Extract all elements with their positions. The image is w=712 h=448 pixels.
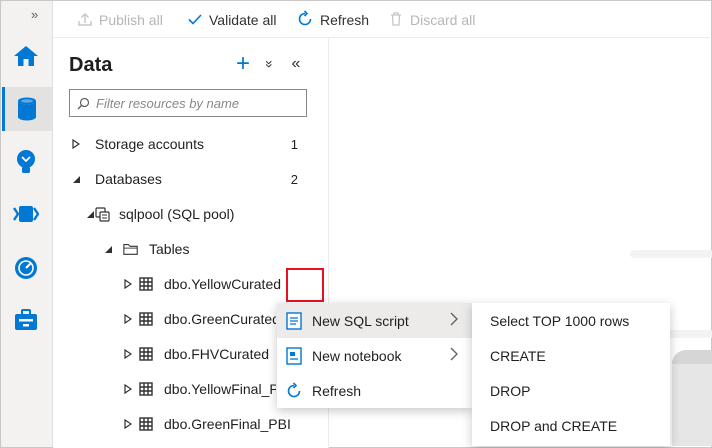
table-icon	[138, 346, 154, 362]
search-box[interactable]	[69, 89, 307, 117]
publish-icon	[77, 11, 93, 30]
sql-script-submenu: Select TOP 1000 rows CREATE DROP DROP an…	[472, 303, 670, 446]
background-graphic	[672, 350, 712, 446]
refresh-button[interactable]: Refresh	[296, 9, 370, 31]
table-icon	[138, 276, 154, 292]
activity-bar: »	[1, 1, 53, 447]
menu-item-label: New notebook	[312, 347, 402, 364]
folder-icon	[123, 241, 139, 257]
caret-right-icon[interactable]	[123, 314, 133, 324]
tree-item-tables[interactable]: Tables	[53, 235, 328, 263]
tree-item-storage-accounts[interactable]: Storage accounts 1	[53, 130, 328, 158]
caret-right-icon[interactable]	[123, 384, 133, 394]
submenu-item-select-top-1000[interactable]: Select TOP 1000 rows	[472, 303, 670, 338]
menu-item-refresh[interactable]: Refresh	[277, 373, 472, 408]
chevron-right-icon	[450, 312, 458, 329]
table-icon	[138, 381, 154, 397]
storage-accounts-count: 1	[290, 136, 298, 152]
caret-down-icon[interactable]	[103, 244, 113, 254]
menu-item-new-notebook[interactable]: New notebook	[277, 338, 472, 373]
refresh-icon	[285, 381, 303, 400]
notebook-icon	[285, 346, 303, 365]
table-icon	[138, 416, 154, 432]
refresh-label: Refresh	[320, 12, 370, 28]
expand-rail-button[interactable]: »	[31, 7, 38, 22]
toolbar: Publish all Validate all Refresh Discard…	[53, 1, 710, 38]
validate-all-label: Validate all	[209, 12, 277, 28]
checkmark-icon	[187, 11, 203, 30]
double-chevron-down-icon: »	[262, 60, 278, 68]
table-icon	[138, 311, 154, 327]
sqlpool-label: sqlpool (SQL pool)	[119, 206, 235, 222]
discard-all-label: Discard all	[410, 12, 476, 28]
submenu-item-label: Select TOP 1000 rows	[490, 312, 630, 329]
background-graphic	[630, 250, 712, 258]
discard-all-button[interactable]: Discard all	[388, 10, 475, 30]
add-resource-button[interactable]: +	[233, 50, 253, 77]
caret-right-icon[interactable]	[123, 349, 133, 359]
plus-icon: +	[235, 50, 250, 77]
table-name: dbo.GreenCurated	[164, 311, 276, 327]
caret-right-icon[interactable]	[123, 419, 133, 429]
trash-icon	[388, 11, 404, 30]
storage-accounts-label: Storage accounts	[95, 136, 204, 152]
validate-all-button[interactable]: Validate all	[187, 10, 276, 30]
menu-item-label: New SQL script	[312, 312, 409, 329]
submenu-item-label: DROP	[490, 382, 531, 399]
search-icon	[77, 97, 90, 110]
refresh-icon	[296, 9, 314, 31]
table-name: dbo.YellowCurated	[164, 276, 282, 292]
caret-right-icon[interactable]	[71, 139, 81, 149]
table-row[interactable]: dbo.GreenFinal_PBI	[53, 410, 328, 438]
hide-panel-button[interactable]: «	[287, 52, 305, 76]
caret-down-icon[interactable]	[71, 174, 81, 184]
tree-item-sqlpool[interactable]: sqlpool (SQL pool)	[53, 200, 328, 228]
table-name: dbo.GreenFinal_PBI	[164, 416, 291, 432]
develop-icon[interactable]	[11, 147, 41, 177]
submenu-item-drop-and-create[interactable]: DROP and CREATE	[472, 408, 670, 443]
submenu-item-drop[interactable]: DROP	[472, 373, 670, 408]
home-icon[interactable]	[11, 41, 41, 71]
table-name: dbo.YellowFinal_PBI	[164, 381, 276, 397]
database-icon[interactable]	[2, 87, 52, 131]
integrate-icon[interactable]	[11, 199, 41, 229]
submenu-item-create[interactable]: CREATE	[472, 338, 670, 373]
tables-label: Tables	[149, 241, 190, 257]
manage-icon[interactable]	[11, 305, 41, 335]
caret-right-icon[interactable]	[123, 279, 133, 289]
publish-all-label: Publish all	[99, 12, 163, 28]
sql-script-icon	[285, 311, 303, 330]
more-actions-highlight[interactable]	[286, 268, 324, 302]
databases-label: Databases	[95, 171, 162, 187]
monitor-icon[interactable]	[11, 253, 41, 283]
context-menu: New SQL script New notebook Refresh	[277, 303, 472, 408]
search-input[interactable]	[96, 95, 296, 111]
submenu-item-label: CREATE	[490, 347, 546, 364]
menu-item-new-sql-script[interactable]: New SQL script	[277, 303, 472, 338]
panel-title: Data	[69, 54, 113, 76]
collapse-all-button[interactable]: »	[258, 55, 282, 73]
publish-all-button[interactable]: Publish all	[77, 10, 163, 30]
submenu-item-label: DROP and CREATE	[490, 417, 618, 434]
caret-down-icon[interactable]	[85, 209, 95, 219]
menu-item-label: Refresh	[312, 382, 362, 399]
tree-item-databases[interactable]: Databases 2	[53, 165, 328, 193]
databases-count: 2	[290, 171, 298, 187]
chevron-right-icon	[450, 347, 458, 364]
table-name: dbo.FHVCurated	[164, 346, 270, 362]
double-chevron-left-icon: «	[291, 55, 301, 72]
sql-pool-icon	[95, 206, 111, 222]
